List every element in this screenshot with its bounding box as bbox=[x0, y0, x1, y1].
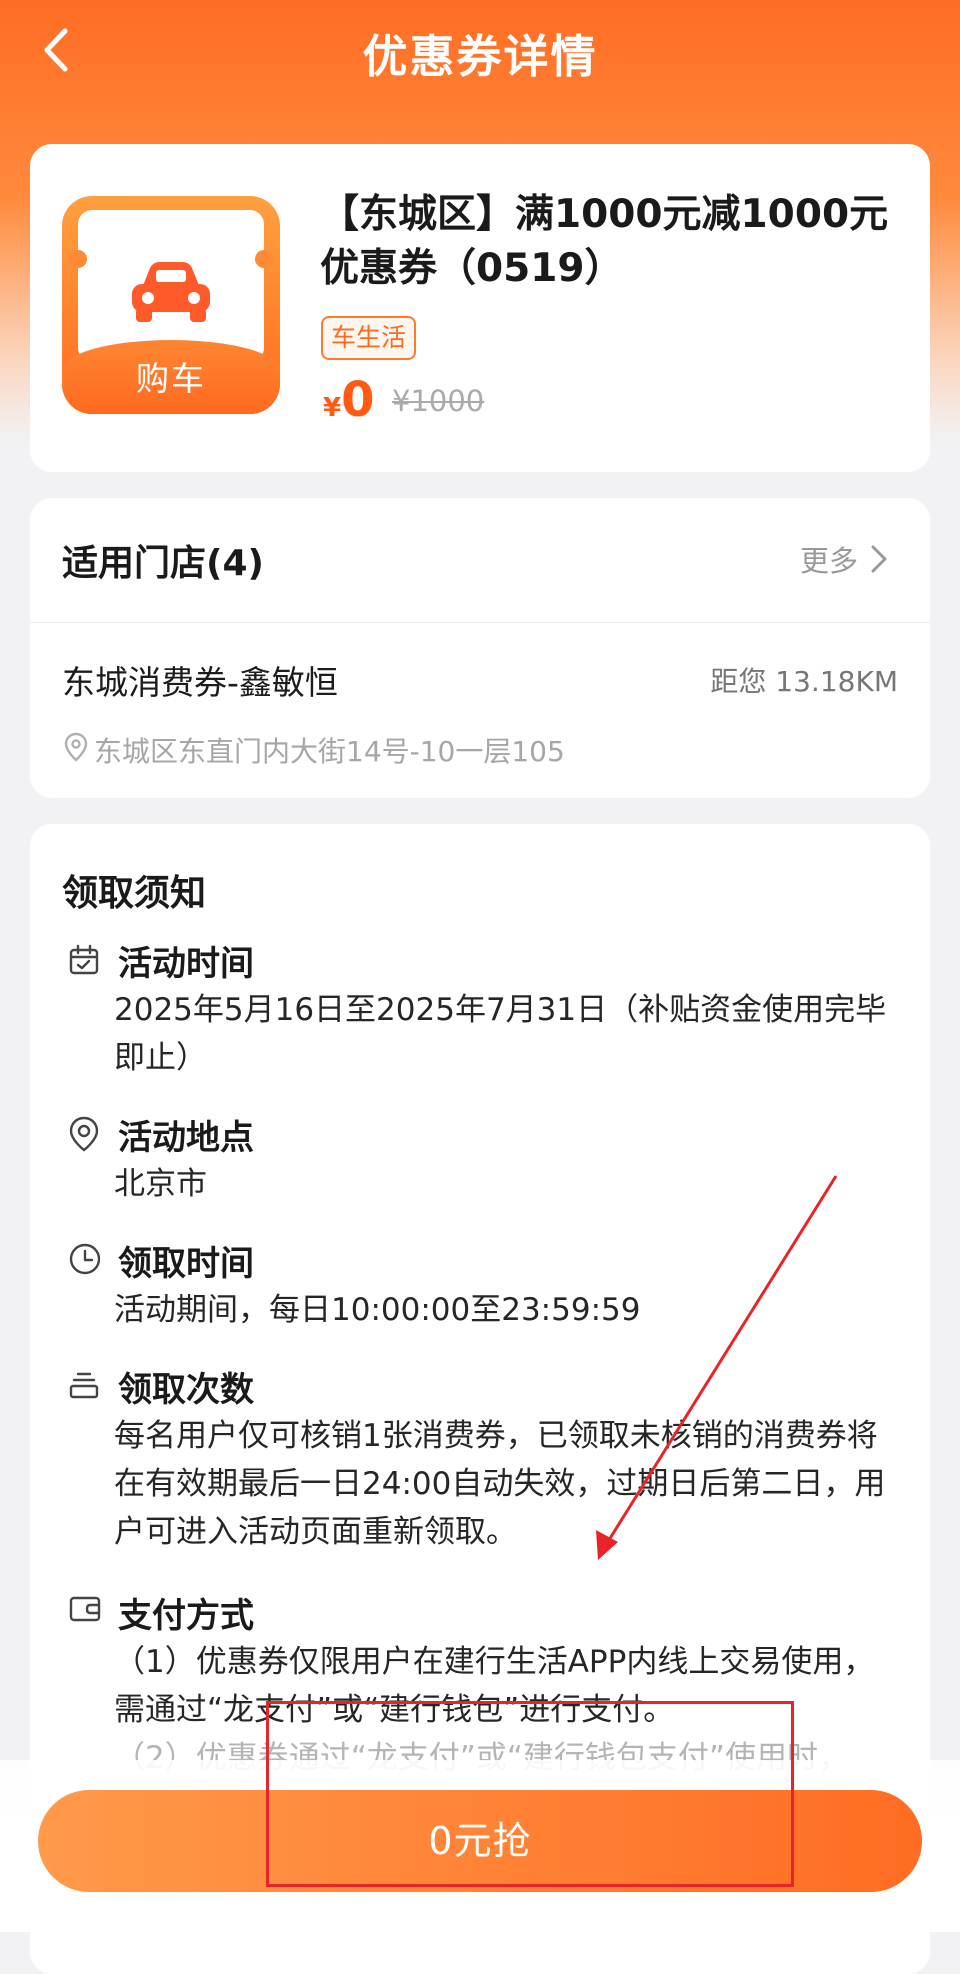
wallet-icon bbox=[69, 1596, 101, 1622]
location-pin-icon bbox=[69, 1116, 99, 1152]
claim-time-body: 活动期间，每日10:00:00至23:59:59 bbox=[114, 1292, 641, 1328]
claim-time-title: 领取时间 bbox=[118, 1244, 254, 1284]
coupon-category-icon: 购车 bbox=[62, 196, 280, 414]
claim-count-title: 领取次数 bbox=[118, 1370, 254, 1410]
divider bbox=[30, 622, 930, 623]
stack-icon bbox=[69, 1372, 99, 1399]
activity-location-body: 北京市 bbox=[114, 1166, 207, 1202]
category-label: 购车 bbox=[136, 359, 206, 398]
store-distance: 距您 13.18KM bbox=[710, 665, 898, 698]
chevron-right-icon bbox=[871, 545, 887, 573]
page-title: 优惠券详情 bbox=[362, 30, 598, 83]
activity-time-body: 2025年5月16日至2025年7月31日（补贴资金使用完毕即止） bbox=[114, 992, 887, 1076]
calendar-icon bbox=[69, 944, 99, 975]
more-stores-link[interactable]: 更多 bbox=[800, 538, 888, 580]
coupon-product-card: 购车 【东城区】满1000元减1000元优惠券（0519） 车生活 ¥0 ¥10… bbox=[30, 144, 930, 472]
original-price: ¥1000 bbox=[392, 384, 485, 418]
annotation-highlight-box bbox=[266, 1701, 794, 1887]
store-address: 东城区东直门内大街14号-10一层105 bbox=[94, 735, 565, 768]
category-tag: 车生活 bbox=[321, 316, 417, 360]
location-pin-icon bbox=[64, 732, 88, 762]
store-name: 东城消费券-鑫敏恒 bbox=[62, 663, 338, 702]
clock-icon bbox=[69, 1243, 101, 1275]
payment-method-title: 支付方式 bbox=[118, 1596, 254, 1636]
applicable-stores-card: 适用门店(4) 更多 东城消费券-鑫敏恒 距您 13.18KM 东城区东直门内大… bbox=[30, 498, 930, 798]
stores-section-title: 适用门店(4) bbox=[62, 543, 264, 584]
notice-section-title: 领取须知 bbox=[62, 873, 207, 914]
navigation-bar: 优惠券详情 bbox=[0, 0, 960, 100]
sale-price: ¥0 bbox=[323, 372, 375, 428]
activity-time-title: 活动时间 bbox=[118, 944, 254, 984]
price-value: 0 bbox=[341, 372, 375, 428]
currency-symbol: ¥ bbox=[323, 393, 342, 423]
more-label: 更多 bbox=[799, 544, 858, 578]
claim-count-body: 每名用户仅可核销1张消费券，已领取未核销的消费券将在有效期最后一日24:00自动… bbox=[114, 1418, 886, 1550]
car-icon bbox=[132, 262, 210, 322]
activity-location-title: 活动地点 bbox=[118, 1118, 254, 1158]
coupon-title: 【东城区】满1000元减1000元优惠券（0519） bbox=[320, 192, 889, 291]
